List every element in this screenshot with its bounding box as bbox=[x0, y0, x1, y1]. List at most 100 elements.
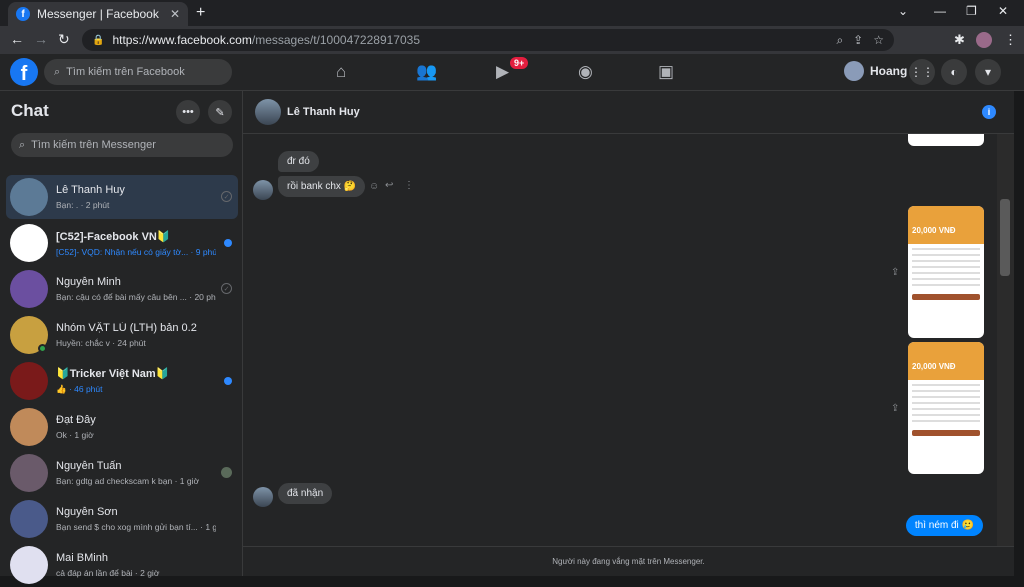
profile-name: Hoang bbox=[870, 64, 908, 78]
message-bubble: đr đó bbox=[278, 151, 319, 172]
receipt-amount: 20,000 VNĐ bbox=[912, 362, 956, 371]
unread-dot-icon bbox=[224, 239, 232, 247]
facebook-logo-icon[interactable]: f bbox=[10, 58, 38, 86]
home-icon[interactable]: ⌂ bbox=[336, 62, 346, 82]
conversation-item[interactable]: Đạt Đây Ok · 1 giờ bbox=[6, 405, 238, 449]
avatar bbox=[10, 454, 48, 492]
facebook-header: f ⌕ Tìm kiếm trên Facebook ⌂ 👥 ▶ 9+ ◉ ▣ … bbox=[0, 54, 1024, 91]
conversation-item[interactable]: 🔰Tricker Việt Nam🔰 👍 · 46 phút bbox=[6, 359, 238, 403]
message-bubble: đã nhận bbox=[278, 483, 333, 504]
conversation-item[interactable]: Nguyễn Tuấn Bạn: gdtg ad checkscam k bạn … bbox=[6, 451, 238, 495]
profile-shortcut[interactable]: Hoang bbox=[844, 61, 907, 81]
restore-button[interactable]: ❐ bbox=[966, 4, 977, 18]
contact-avatar[interactable] bbox=[255, 99, 281, 125]
tab-search-icon[interactable]: ⌄ bbox=[898, 4, 908, 18]
conversation-text: Mai BMinh cả đáp án lần để bài · 2 giờ bbox=[56, 552, 216, 578]
image-attachment[interactable]: 20,000 VNĐ bbox=[908, 206, 984, 338]
account-chevron-icon[interactable]: ▾ bbox=[975, 59, 1001, 85]
extensions-puzzle-icon[interactable]: ✱ bbox=[954, 32, 965, 48]
receipt-amount: 20,000 VNĐ bbox=[912, 226, 956, 235]
messenger-icon[interactable]: ◐ bbox=[941, 59, 967, 85]
avatar bbox=[253, 180, 273, 200]
conversation-text: 🔰Tricker Việt Nam🔰 👍 · 46 phút bbox=[56, 367, 216, 395]
browser-menu-icon[interactable]: ⋮ bbox=[1004, 32, 1017, 48]
message-thread: đr đó rồi bank chx 🤔 ☺ ↩ ⋮ ⇪ 20,000 VNĐ … bbox=[243, 134, 997, 546]
conversation-text: [C52]-Facebook VN🔰 [C52]- VQD: Nhận nếu c… bbox=[56, 230, 216, 257]
chat-sidebar: Chat ••• ✎ ⌕ Tìm kiếm trên Messenger Lê … bbox=[0, 91, 243, 584]
avatar bbox=[844, 61, 864, 81]
share-icon[interactable]: ⇪ bbox=[891, 403, 899, 414]
messenger-search-placeholder: Tìm kiếm trên Messenger bbox=[31, 139, 156, 151]
conversation-item[interactable]: Mai BMinh cả đáp án lần để bài · 2 giờ bbox=[6, 543, 238, 587]
conversation-preview: 👍 · 46 phút bbox=[56, 384, 103, 394]
image-attachment[interactable]: 20,000 VNĐ bbox=[908, 342, 984, 474]
avatar bbox=[10, 178, 48, 216]
avatar bbox=[10, 316, 48, 354]
browser-tab[interactable]: f Messenger | Facebook ✕ bbox=[8, 2, 188, 26]
online-indicator bbox=[38, 344, 47, 353]
url-path: /messages/t/100047228917035 bbox=[251, 33, 420, 47]
minimize-button[interactable]: — bbox=[934, 4, 946, 18]
search-icon: ⌕ bbox=[19, 138, 26, 151]
unread-dot-icon bbox=[224, 377, 232, 385]
back-arrow-icon[interactable]: ← bbox=[10, 31, 24, 47]
bookmark-star-icon[interactable]: ☆ bbox=[873, 33, 884, 47]
seen-avatar bbox=[221, 467, 232, 478]
facebook-search-input[interactable]: ⌕ Tìm kiếm trên Facebook bbox=[44, 59, 232, 85]
conversation-preview: Ok · 1 giờ bbox=[56, 430, 94, 440]
url-host: https://www.facebook.com bbox=[112, 33, 252, 47]
conversation-item[interactable]: [C52]-Facebook VN🔰 [C52]- VQD: Nhận nếu c… bbox=[6, 221, 238, 265]
conversation-item[interactable]: Nhóm VẬT LÚ (LTH) bản 0.2 Huyền: chắc v ·… bbox=[6, 313, 238, 357]
conversation-name: Nguyễn Tuấn bbox=[56, 460, 122, 472]
new-tab-button[interactable]: + bbox=[196, 4, 205, 22]
conversation-name: [C52]-Facebook VN🔰 bbox=[56, 230, 171, 243]
browser-profile-avatar[interactable] bbox=[976, 32, 992, 48]
reload-icon[interactable]: ↻ bbox=[58, 31, 70, 48]
forward-arrow-icon[interactable]: → bbox=[34, 31, 48, 47]
conversation-text: Nguyễn Minh Bạn: cậu có để bài mấy câu bê… bbox=[56, 276, 216, 302]
conversation-text: Nguyễn Tuấn Bạn: gdtg ad checkscam k bạn … bbox=[56, 460, 216, 486]
conversation-name: Mai BMinh bbox=[56, 552, 108, 564]
conversation-item[interactable]: Nguyễn Minh Bạn: cậu có để bài mấy câu bê… bbox=[6, 267, 238, 311]
message-bubble: thì ném đi 🥲 bbox=[905, 515, 983, 536]
avatar bbox=[10, 500, 48, 538]
more-options-icon[interactable]: ••• bbox=[176, 100, 200, 124]
share-icon[interactable]: ⇪ bbox=[853, 33, 863, 47]
contact-name[interactable]: Lê Thanh Huy bbox=[287, 106, 360, 118]
window-close-button[interactable]: ✕ bbox=[998, 4, 1008, 18]
image-attachment[interactable] bbox=[908, 134, 984, 146]
more-icon[interactable]: ⋮ bbox=[404, 180, 414, 191]
conversation-preview: Bạn: cậu có để bài mấy câu bên ... · 20 … bbox=[56, 292, 216, 302]
conversation-preview: Bạn: gdtg ad checkscam k bạn · 1 giờ bbox=[56, 476, 200, 486]
conversation-name: Lê Thanh Huy bbox=[56, 184, 125, 196]
new-message-icon[interactable]: ✎ bbox=[208, 100, 232, 124]
info-icon[interactable]: i bbox=[982, 105, 996, 119]
chat-title: Chat bbox=[11, 101, 49, 120]
avatar bbox=[10, 224, 48, 262]
address-bar[interactable]: 🔒 https://www.facebook.com/messages/t/10… bbox=[82, 29, 894, 51]
conversation-item[interactable]: Nguyễn Sơn Bạn send $ cho xog mình gửi bạ… bbox=[6, 497, 238, 541]
menu-grid-icon[interactable]: ⋮⋮ bbox=[909, 59, 935, 85]
scrollbar[interactable] bbox=[997, 134, 1014, 546]
tab-close-icon[interactable]: ✕ bbox=[170, 7, 180, 21]
tab-title: Messenger | Facebook bbox=[37, 7, 159, 21]
reply-icon[interactable]: ↩ bbox=[385, 180, 393, 191]
conversation-preview: Bạn send $ cho xog mình gửi bạn tí... · … bbox=[56, 522, 216, 532]
share-icon[interactable]: ⇪ bbox=[891, 267, 899, 278]
gaming-icon[interactable]: ▣ bbox=[658, 62, 674, 82]
react-emoji-icon[interactable]: ☺ bbox=[369, 181, 379, 192]
friends-icon[interactable]: 👥 bbox=[416, 62, 437, 82]
messenger-search-input[interactable]: ⌕ Tìm kiếm trên Messenger bbox=[11, 133, 233, 157]
avatar bbox=[10, 270, 48, 308]
groups-icon[interactable]: ◉ bbox=[578, 62, 593, 82]
away-notice: Người này đang vắng mặt trên Messenger. bbox=[243, 546, 1014, 576]
conversation-preview: cả đáp án lần để bài · 2 giờ bbox=[56, 568, 160, 578]
avatar bbox=[10, 546, 48, 584]
conversation-preview: [C52]- VQD: Nhận nếu có giấy tờ... · 9 p… bbox=[56, 246, 216, 257]
search-icon: ⌕ bbox=[54, 65, 61, 78]
conversation-item[interactable]: Lê Thanh Huy Bạn: . · 2 phút ✓ bbox=[6, 175, 238, 219]
scrollbar-thumb[interactable] bbox=[1000, 199, 1010, 276]
watch-icon[interactable]: ▶ bbox=[496, 62, 509, 82]
zoom-icon[interactable]: ⌕ bbox=[836, 33, 843, 48]
conversation-preview: Huyền: chắc v · 24 phút bbox=[56, 338, 146, 348]
